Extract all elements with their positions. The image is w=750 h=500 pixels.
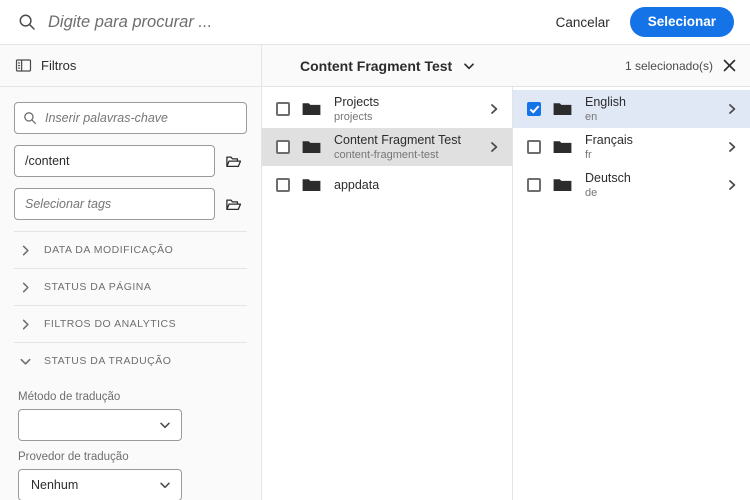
cancel-button[interactable]: Cancelar bbox=[544, 9, 622, 36]
folder-icon bbox=[553, 139, 572, 155]
row-subtitle: de bbox=[585, 186, 598, 199]
chevron-down-icon bbox=[159, 419, 171, 431]
row-subtitle: en bbox=[585, 110, 598, 123]
table-row[interactable]: Français fr bbox=[513, 128, 750, 166]
chevron-right-icon bbox=[18, 317, 32, 331]
folder-icon bbox=[302, 101, 321, 117]
row-title: Français bbox=[585, 132, 633, 147]
rail-panel-icon bbox=[14, 57, 32, 75]
accordion-item-page-status[interactable]: STATUS DA PÁGINA bbox=[14, 268, 247, 305]
select-button[interactable]: Selecionar bbox=[629, 7, 734, 37]
folder-icon bbox=[553, 101, 572, 117]
row-labels: Content Fragment Test content-fragment-t… bbox=[334, 133, 480, 162]
rail-scrollbar[interactable] bbox=[257, 87, 260, 500]
folder-icon bbox=[302, 139, 321, 155]
chevron-right-icon[interactable] bbox=[726, 141, 738, 153]
translation-status-panel: Método de tradução Provedor de tradução bbox=[14, 379, 247, 500]
filters-toggle[interactable]: Filtros bbox=[0, 45, 262, 86]
translation-provider-label: Provedor de tradução bbox=[18, 451, 129, 463]
sub-toolbar: Filtros Content Fragment Test 1 selecion… bbox=[0, 45, 750, 87]
row-title: appdata bbox=[334, 177, 380, 192]
search-icon bbox=[18, 13, 36, 31]
row-checkbox[interactable] bbox=[276, 102, 290, 116]
table-row[interactable]: Projects projects bbox=[262, 90, 512, 128]
row-labels: Deutsch de bbox=[585, 171, 718, 200]
accordion-label: STATUS DA TRADUÇÃO bbox=[44, 355, 172, 367]
row-title: English bbox=[585, 94, 626, 109]
dialog-body: DATA DA MODIFICAÇÃO STATUS DA PÁGINA bbox=[0, 87, 750, 500]
table-row[interactable]: appdata bbox=[262, 166, 512, 204]
selection-status: 1 selecionado(s) bbox=[625, 59, 736, 73]
column-primary: Projects projects Content Fragment Test … bbox=[262, 87, 513, 500]
tags-input[interactable] bbox=[14, 188, 215, 220]
table-row[interactable]: English en bbox=[513, 90, 750, 128]
selection-count-label: 1 selecionado(s) bbox=[624, 58, 713, 73]
tags-folder-open-icon[interactable] bbox=[219, 189, 247, 219]
accordion-item-analytics-filters[interactable]: FILTROS DO ANALYTICS bbox=[14, 305, 247, 342]
chevron-right-icon[interactable] bbox=[488, 141, 500, 153]
row-subtitle: projects bbox=[334, 110, 373, 123]
row-labels: Projects projects bbox=[334, 95, 480, 124]
asset-picker-dialog: Cancelar Selecionar Filtros Content Frag… bbox=[0, 0, 750, 500]
accordion-item-translation-status[interactable]: STATUS DA TRADUÇÃO bbox=[14, 342, 247, 379]
chevron-right-icon[interactable] bbox=[726, 179, 738, 191]
chevron-down-icon bbox=[463, 60, 475, 72]
folder-icon bbox=[553, 177, 572, 193]
path-field bbox=[14, 145, 247, 177]
table-row[interactable]: Content Fragment Test content-fragment-t… bbox=[262, 128, 512, 166]
chevron-right-icon bbox=[18, 280, 32, 294]
row-subtitle: content-fragment-test bbox=[334, 148, 439, 161]
column-browser: Projects projects Content Fragment Test … bbox=[262, 87, 750, 500]
filters-label: Filtros bbox=[41, 58, 77, 73]
keyword-field bbox=[14, 102, 247, 134]
filter-accordion: DATA DA MODIFICAÇÃO STATUS DA PÁGINA FIL… bbox=[14, 231, 247, 500]
row-checkbox[interactable] bbox=[276, 140, 290, 154]
close-icon[interactable] bbox=[723, 59, 736, 72]
accordion-item-modification-date[interactable]: DATA DA MODIFICAÇÃO bbox=[14, 231, 247, 268]
row-checkbox[interactable] bbox=[527, 102, 541, 116]
chevron-down-icon bbox=[159, 479, 171, 491]
path-input[interactable] bbox=[14, 145, 215, 177]
chevron-right-icon bbox=[18, 243, 32, 257]
table-row[interactable]: Deutsch de bbox=[513, 166, 750, 204]
keyword-input[interactable] bbox=[14, 102, 247, 134]
row-title: Content Fragment Test bbox=[334, 132, 461, 147]
chevron-right-icon[interactable] bbox=[488, 103, 500, 115]
tags-field bbox=[14, 188, 247, 220]
accordion-label: FILTROS DO ANALYTICS bbox=[44, 318, 177, 330]
row-checkbox[interactable] bbox=[527, 140, 541, 154]
accordion-label: DATA DA MODIFICAÇÃO bbox=[44, 244, 174, 256]
filters-rail: DATA DA MODIFICAÇÃO STATUS DA PÁGINA bbox=[0, 87, 262, 500]
row-labels: appdata bbox=[334, 178, 500, 193]
translation-method-label: Método de tradução bbox=[18, 391, 121, 403]
row-title: Deutsch bbox=[585, 170, 631, 185]
breadcrumb-title: Content Fragment Test bbox=[300, 57, 453, 74]
row-labels: English en bbox=[585, 95, 718, 124]
folder-icon bbox=[302, 177, 321, 193]
row-subtitle: fr bbox=[585, 148, 592, 161]
row-title: Projects bbox=[334, 94, 380, 109]
chevron-right-icon[interactable] bbox=[726, 103, 738, 115]
translation-provider-select[interactable]: Nenhum bbox=[18, 469, 182, 500]
accordion-label: STATUS DA PÁGINA bbox=[44, 281, 152, 293]
breadcrumb[interactable]: Content Fragment Test bbox=[300, 58, 475, 74]
column-secondary: English en Français fr Deutsch de bbox=[513, 87, 750, 500]
breadcrumb-bar: Content Fragment Test 1 selecionado(s) bbox=[262, 45, 750, 86]
row-labels: Français fr bbox=[585, 133, 718, 162]
search-input[interactable] bbox=[48, 7, 544, 37]
translation-method-select[interactable] bbox=[18, 409, 182, 441]
top-search-bar: Cancelar Selecionar bbox=[0, 0, 750, 45]
row-checkbox[interactable] bbox=[276, 178, 290, 192]
translation-provider-value: Nenhum bbox=[31, 478, 79, 492]
chevron-down-icon bbox=[18, 354, 32, 368]
row-checkbox[interactable] bbox=[527, 178, 541, 192]
path-folder-open-icon[interactable] bbox=[219, 146, 247, 176]
